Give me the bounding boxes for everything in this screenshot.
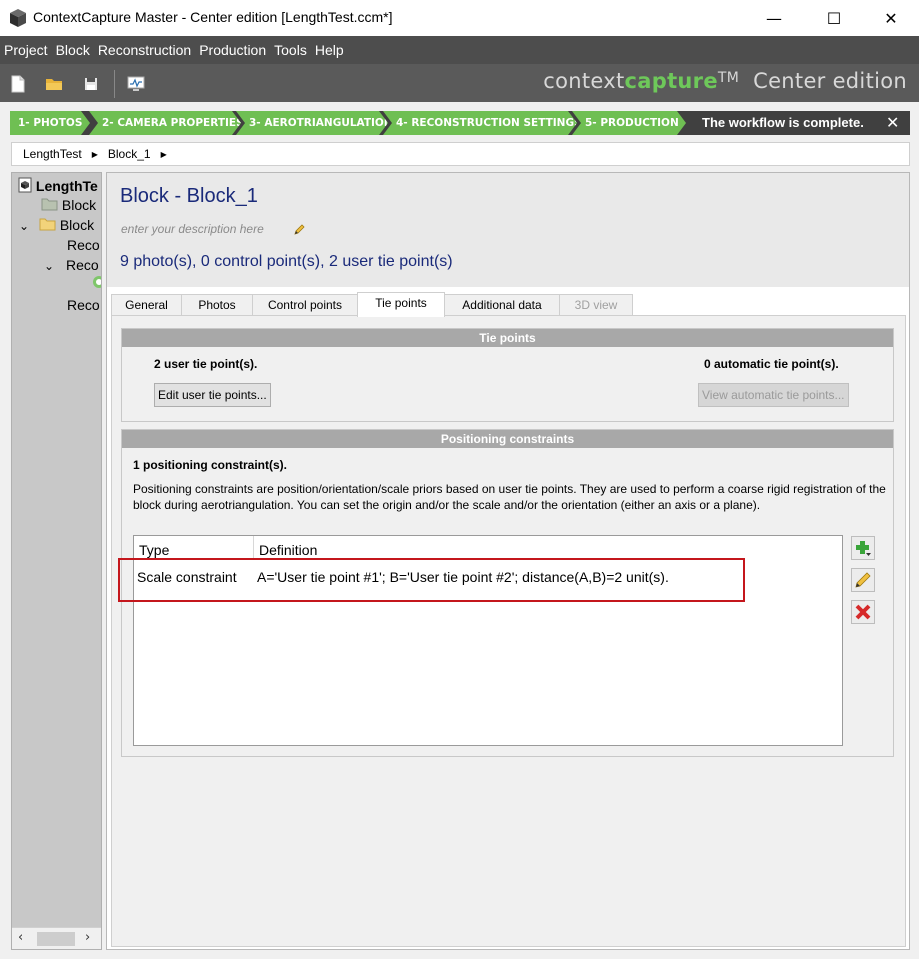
- delete-x-icon: [855, 604, 871, 620]
- block-stats: 9 photo(s), 0 control point(s), 2 user t…: [120, 253, 453, 270]
- edit-user-tie-points-button[interactable]: Edit user tie points...: [154, 383, 271, 407]
- tree-root-label: LengthTe: [35, 178, 98, 194]
- toolbar-separator: [114, 70, 115, 98]
- constraint-count: 1 positioning constraint(s).: [133, 458, 288, 472]
- tree-item-reco-1[interactable]: Reco: [67, 235, 100, 255]
- add-plus-icon: [856, 541, 871, 556]
- tree-item-label: Reco: [65, 257, 99, 273]
- edit-constraint-button[interactable]: [851, 568, 875, 592]
- tree-item-reco-2[interactable]: ⌄ Reco: [44, 255, 99, 275]
- tree-item-block-1[interactable]: Block: [41, 195, 96, 215]
- block-folder-icon: [39, 218, 56, 231]
- open-folder-icon[interactable]: [43, 73, 65, 95]
- constraints-description: Positioning constraints are position/ori…: [133, 482, 886, 512]
- tab-general[interactable]: General: [111, 294, 182, 316]
- workflow-bar: 1- PHOTOS 2- CAMERA PROPERTIES 3- AEROTR…: [10, 111, 910, 135]
- menu-help[interactable]: Help: [311, 36, 348, 64]
- block-grey-folder-icon: [41, 198, 58, 211]
- tree-root[interactable]: LengthTe: [18, 176, 98, 196]
- add-constraint-button[interactable]: [851, 536, 875, 560]
- workflow-step-production[interactable]: 5- PRODUCTION: [572, 111, 686, 135]
- tab-photos[interactable]: Photos: [181, 294, 253, 316]
- window-title: ContextCapture Master - Center edition […: [33, 9, 393, 25]
- breadcrumb-arrow-icon[interactable]: ▶: [161, 150, 167, 159]
- maximize-button[interactable]: ☐: [805, 0, 863, 36]
- brand-logo: contextcaptureTM Center edition: [543, 69, 907, 93]
- brand-bold-text: capture: [624, 69, 718, 93]
- breadcrumb-arrow-icon[interactable]: ▶: [92, 150, 98, 159]
- tree-item-label: Block: [61, 197, 97, 213]
- app-cube-icon: [10, 9, 26, 27]
- view-automatic-tie-points-button: View automatic tie points...: [698, 383, 849, 407]
- tree-item-label: Block: [59, 217, 95, 233]
- tab-tie-points[interactable]: Tie points: [357, 292, 445, 317]
- project-tree: LengthTe Block ⌄ Block Reco ⌄ Reco Reco …: [11, 172, 102, 950]
- workflow-close-icon[interactable]: ✕: [886, 111, 899, 135]
- tree-item-label: Reco: [67, 297, 100, 313]
- workflow-step-camera-properties[interactable]: 2- CAMERA PROPERTIES: [89, 111, 241, 135]
- description-field[interactable]: enter your description here: [121, 222, 264, 236]
- positioning-constraints-header: Positioning constraints: [122, 430, 893, 448]
- tie-points-header: Tie points: [122, 329, 893, 347]
- tree-item-label: Reco: [67, 237, 100, 253]
- workflow-status: The workflow is complete.: [702, 115, 864, 130]
- breadcrumb-lengthtest[interactable]: LengthTest: [23, 147, 82, 161]
- delete-constraint-button[interactable]: [851, 600, 875, 624]
- tab-content: Tie points 2 user tie point(s). 0 automa…: [111, 315, 906, 947]
- toolbar: contextcaptureTM Center edition: [0, 64, 919, 102]
- menu-bar: Project Block Reconstruction Production …: [0, 36, 919, 64]
- column-header-type[interactable]: Type: [139, 536, 169, 560]
- new-document-icon[interactable]: [7, 73, 29, 95]
- tree-item-reco-3[interactable]: Reco: [67, 295, 100, 315]
- close-window-button[interactable]: ✕: [862, 0, 919, 36]
- tree-item-production[interactable]: [92, 274, 101, 294]
- production-status-icon: [93, 276, 101, 288]
- page-title: Block - Block_1: [120, 185, 258, 207]
- title-bar: ContextCapture Master - Center edition […: [0, 0, 919, 36]
- tab-control-points[interactable]: Control points: [252, 294, 358, 316]
- scroll-left-icon[interactable]: ‹: [18, 930, 23, 945]
- expand-chevron-icon[interactable]: ⌄: [19, 219, 29, 233]
- menu-reconstruction[interactable]: Reconstruction: [94, 36, 195, 64]
- breadcrumb: LengthTest ▶ Block_1 ▶: [11, 142, 910, 166]
- menu-block[interactable]: Block: [52, 36, 94, 64]
- monitor-icon[interactable]: [125, 73, 147, 95]
- edit-pencil-icon: [855, 572, 871, 588]
- tab-additional-data[interactable]: Additional data: [444, 294, 560, 316]
- scroll-right-icon[interactable]: ›: [85, 930, 90, 945]
- breadcrumb-block[interactable]: Block_1: [108, 147, 151, 161]
- brand-edition-text: Center edition: [753, 69, 907, 93]
- menu-production[interactable]: Production: [195, 36, 270, 64]
- expand-chevron-icon[interactable]: ⌄: [44, 259, 54, 273]
- user-tie-point-count: 2 user tie point(s).: [154, 357, 258, 371]
- block-header: Block - Block_1 enter your description h…: [107, 173, 909, 287]
- column-header-definition[interactable]: Definition: [259, 536, 317, 560]
- minimize-button[interactable]: —: [745, 0, 803, 36]
- tie-points-group: Tie points 2 user tie point(s). 0 automa…: [121, 328, 894, 422]
- tab-3d-view: 3D view: [559, 294, 633, 316]
- workflow-step-reconstruction-settings[interactable]: 4- RECONSTRUCTION SETTINGS: [383, 111, 577, 135]
- automatic-tie-point-count: 0 automatic tie point(s).: [704, 357, 839, 371]
- workflow-step-photos[interactable]: 1- PHOTOS: [10, 111, 90, 135]
- brand-trademark: TM: [717, 70, 740, 86]
- workflow-step-aerotriangulation[interactable]: 3- AEROTRIANGULATION: [236, 111, 388, 135]
- menu-tools[interactable]: Tools: [270, 36, 311, 64]
- menu-project[interactable]: Project: [0, 36, 52, 64]
- brand-light-text: context: [543, 69, 625, 93]
- edit-description-pencil-icon[interactable]: [293, 223, 306, 236]
- column-divider[interactable]: [253, 536, 254, 560]
- tree-horizontal-scrollbar[interactable]: ‹ ›: [12, 927, 101, 949]
- project-icon: [18, 177, 32, 193]
- tree-item-block-2[interactable]: ⌄ Block: [19, 215, 94, 235]
- highlight-box: [118, 558, 745, 602]
- scrollbar-thumb[interactable]: [37, 932, 75, 946]
- save-icon[interactable]: [80, 73, 102, 95]
